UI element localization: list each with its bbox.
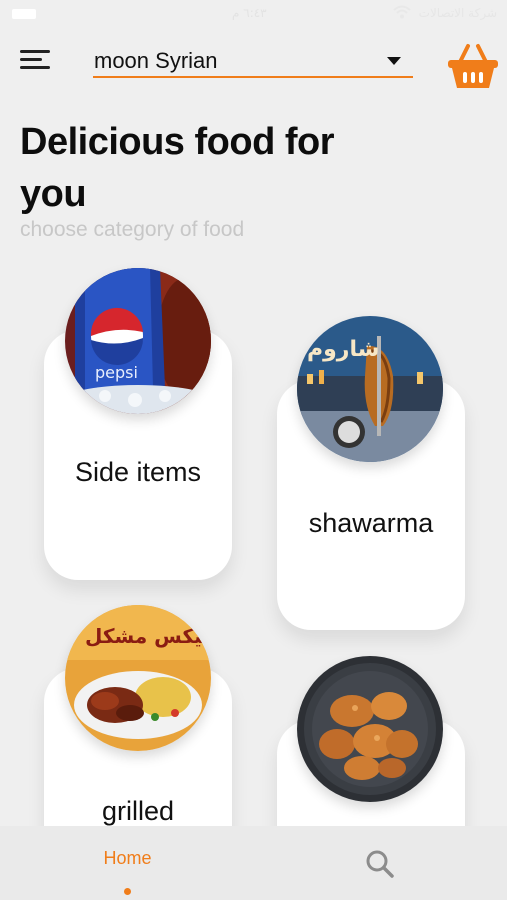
menu-line — [20, 66, 50, 69]
shopping-basket-icon — [448, 44, 498, 88]
cart-button[interactable] — [446, 40, 500, 92]
search-icon — [366, 850, 394, 878]
caret-down-icon — [387, 57, 401, 65]
page-title: Delicious food for you — [20, 121, 335, 215]
fried-chicken-image — [297, 656, 443, 802]
svg-text:pepsi: pepsi — [95, 363, 138, 382]
svg-text:ميكس مشكل: ميكس مشكل — [85, 624, 211, 648]
bottom-nav: Home — [0, 826, 507, 900]
svg-text:شاروم: شاروم — [307, 337, 379, 362]
category-label: shawarma — [308, 508, 434, 538]
store-select[interactable]: moon Syrian — [93, 44, 413, 78]
grilled-meat-plate-image: ميكس مشكل — [65, 605, 211, 751]
store-select-value: moon Syrian — [94, 48, 218, 73]
pepsi-can-image: pepsi — [65, 268, 211, 414]
battery-icon — [12, 9, 36, 19]
shawarma-image: شاروم — [297, 316, 443, 462]
status-bar: ٦:٤٣ م شركة الاتصالات — [0, 0, 507, 28]
nav-search-tab[interactable] — [364, 848, 396, 880]
wifi-icon — [393, 5, 411, 22]
category-label: grilled — [101, 796, 175, 826]
carrier-name: شركة الاتصالات — [418, 6, 497, 20]
status-time: ٦:٤٣ م — [232, 6, 267, 20]
page-subtitle: choose category of food — [20, 218, 245, 241]
category-label: Side items — [74, 457, 202, 487]
menu-button[interactable] — [20, 48, 52, 72]
nav-home-label: Home — [103, 848, 152, 868]
nav-home-tab[interactable]: Home — [80, 848, 175, 898]
menu-line — [20, 58, 42, 61]
hamburger-menu-icon — [20, 50, 50, 53]
active-tab-indicator — [124, 888, 131, 895]
